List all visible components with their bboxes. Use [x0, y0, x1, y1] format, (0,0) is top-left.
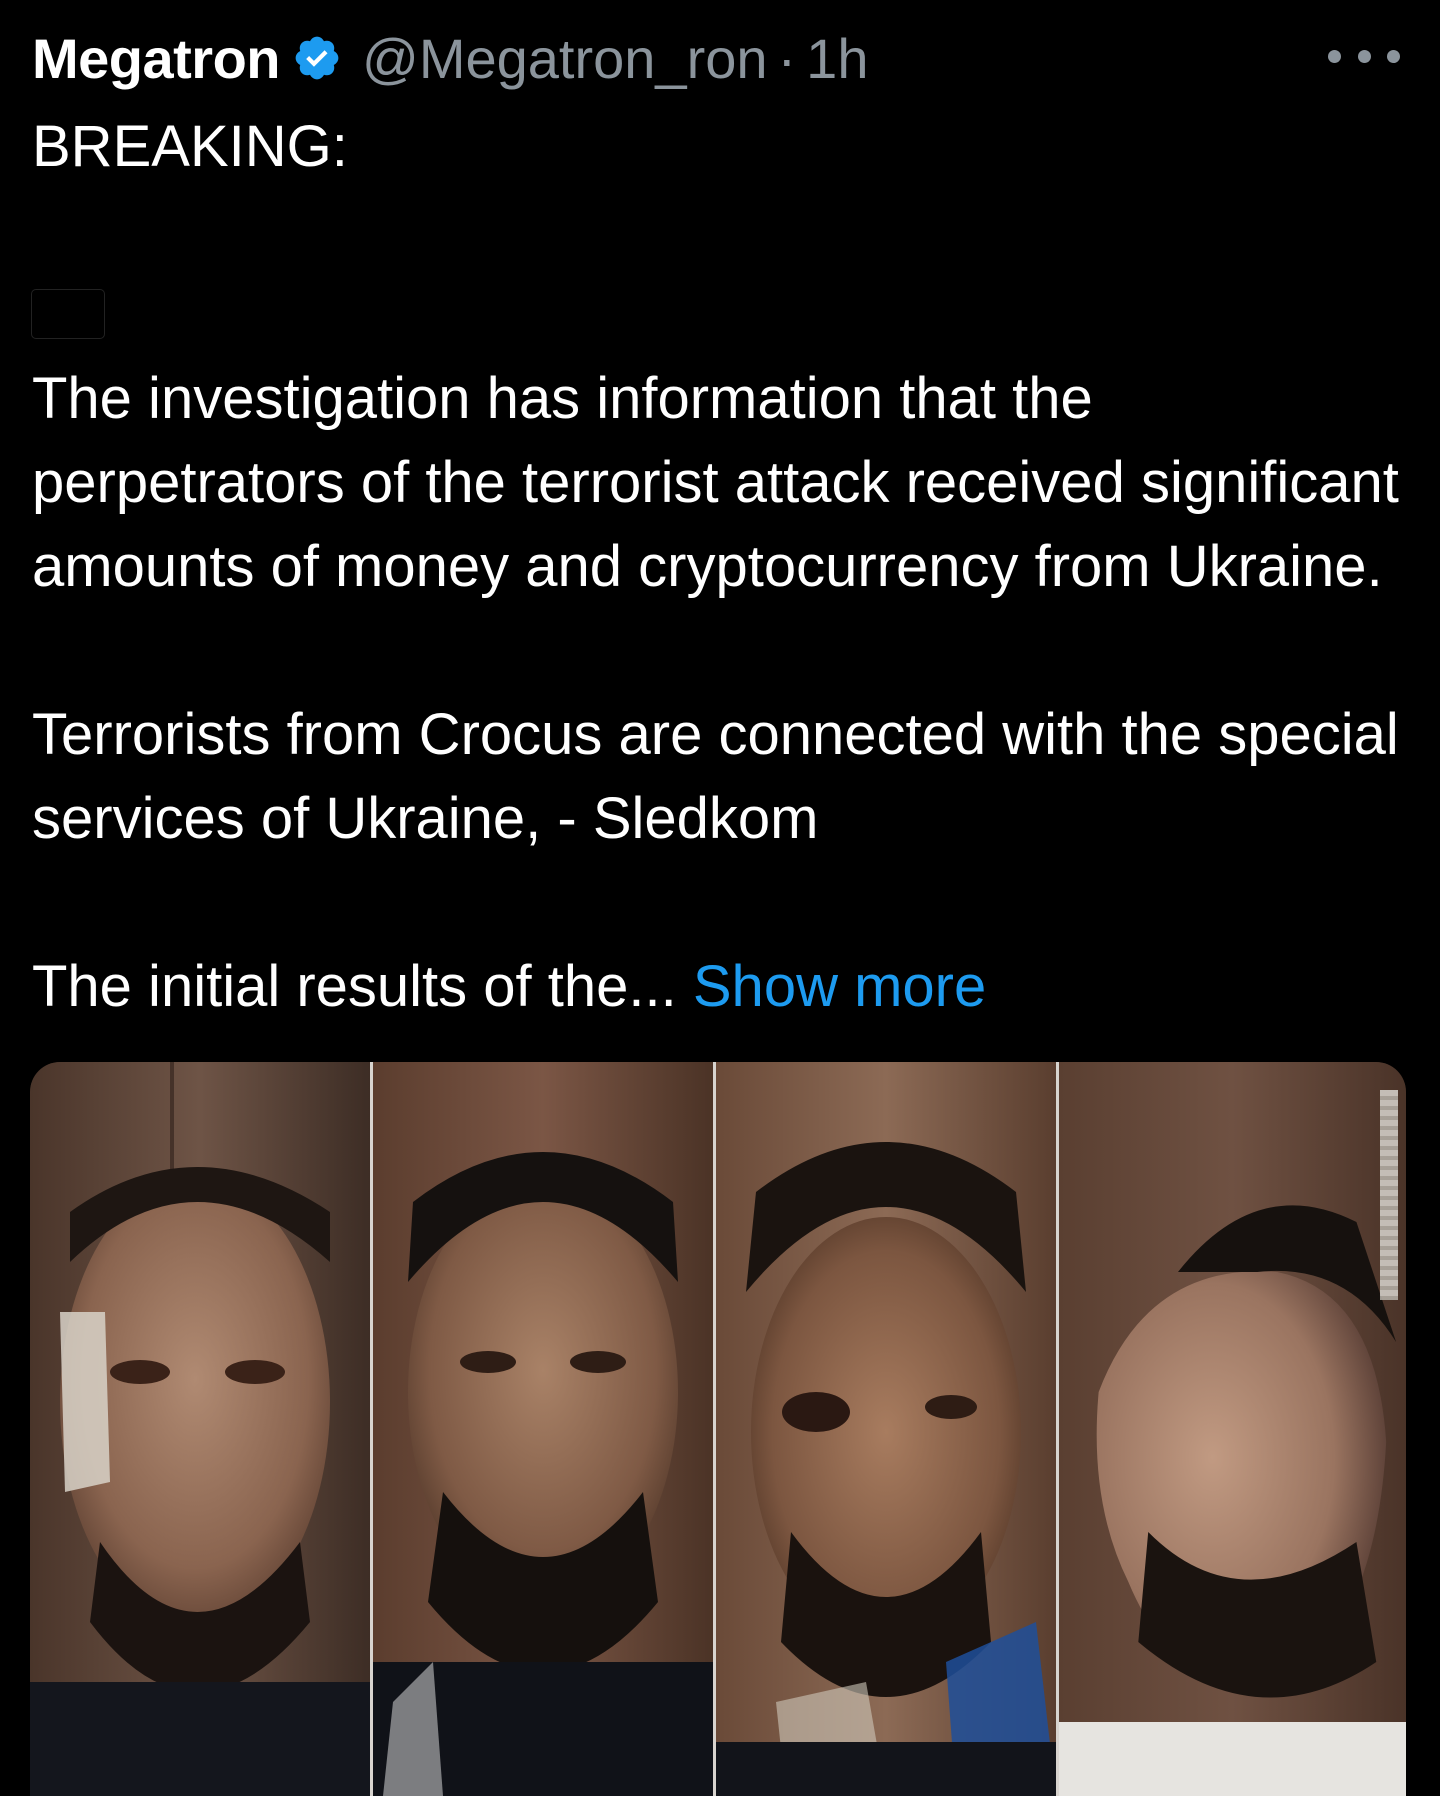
tweet-timestamp[interactable]: 1h	[806, 26, 868, 91]
portrait-image	[716, 1062, 1056, 1796]
dot-separator: ·	[777, 26, 797, 90]
photo-panel-4	[1056, 1062, 1406, 1796]
tweet-header: Megatron @Megatron_ron · 1h	[32, 22, 868, 94]
photo-panel-3	[713, 1062, 1056, 1796]
paragraph-3-text: The initial results of the...	[32, 954, 677, 1019]
tweet-paragraph-1	[32, 273, 1412, 357]
more-dot	[1357, 49, 1371, 63]
russia-flag-icon	[32, 290, 104, 338]
photo-panel-2	[370, 1062, 713, 1796]
portrait-image	[1059, 1062, 1406, 1796]
author-display-name[interactable]: Megatron	[32, 26, 281, 91]
portrait-image	[373, 1062, 713, 1796]
more-options-icon[interactable]	[1328, 36, 1400, 76]
tweet: Megatron @Megatron_ron · 1h BREAKING: Th…	[0, 0, 1440, 1796]
portrait-image	[30, 1062, 370, 1796]
breaking-label: BREAKING:	[32, 114, 348, 179]
tweet-paragraph-3: The initial results of the... Show more	[32, 945, 1412, 1029]
tweet-paragraph-2: Terrorists from Crocus are connected wit…	[32, 702, 1399, 851]
paragraph-1-text: The investigation has information that t…	[32, 366, 1399, 599]
more-dot	[1387, 49, 1400, 63]
tweet-media-image[interactable]	[30, 1062, 1406, 1796]
image-watermark	[1380, 1090, 1398, 1300]
photo-panel-1	[30, 1062, 370, 1796]
tweet-text: BREAKING: The investigation has informat…	[32, 105, 1412, 1029]
author-handle[interactable]: @Megatron_ron	[362, 26, 768, 91]
verified-badge-icon	[295, 36, 339, 80]
show-more-link[interactable]: Show more	[693, 954, 986, 1019]
more-dot	[1328, 49, 1341, 63]
